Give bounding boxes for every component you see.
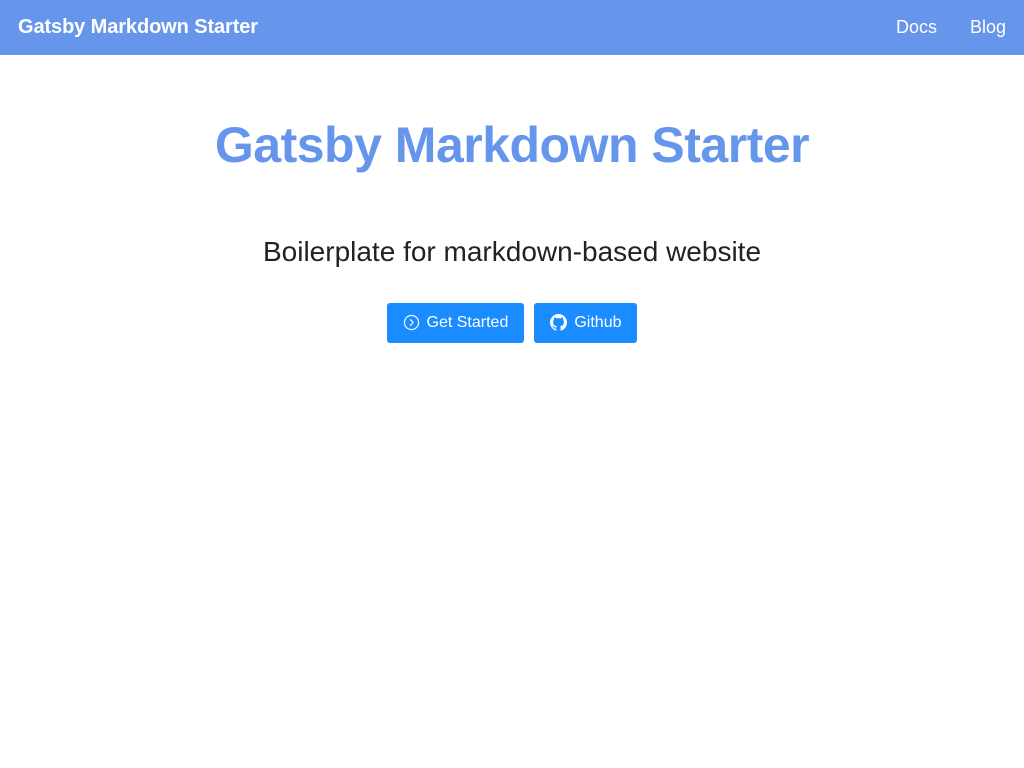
main-nav: Docs Blog [863, 17, 1006, 38]
hero-subtitle: Boilerplate for markdown-based website [262, 236, 762, 267]
brand-link[interactable]: Gatsby Markdown Starter [18, 16, 258, 39]
github-icon [550, 314, 568, 331]
hero-title: Gatsby Markdown Starter [214, 117, 810, 173]
get-started-button[interactable]: Get Started [386, 302, 525, 343]
github-button[interactable]: Github [534, 302, 638, 343]
hero-actions: Get Started Github [0, 302, 1024, 343]
play-circle-icon [403, 314, 420, 331]
get-started-label: Get Started [426, 313, 509, 331]
nav-link-docs[interactable]: Docs [896, 17, 937, 38]
hero-section: Gatsby Markdown Starter Boilerplate for … [0, 55, 1024, 343]
top-navbar: Gatsby Markdown Starter Docs Blog [0, 0, 1024, 55]
nav-link-blog[interactable]: Blog [970, 17, 1006, 38]
github-label: Github [574, 313, 622, 331]
